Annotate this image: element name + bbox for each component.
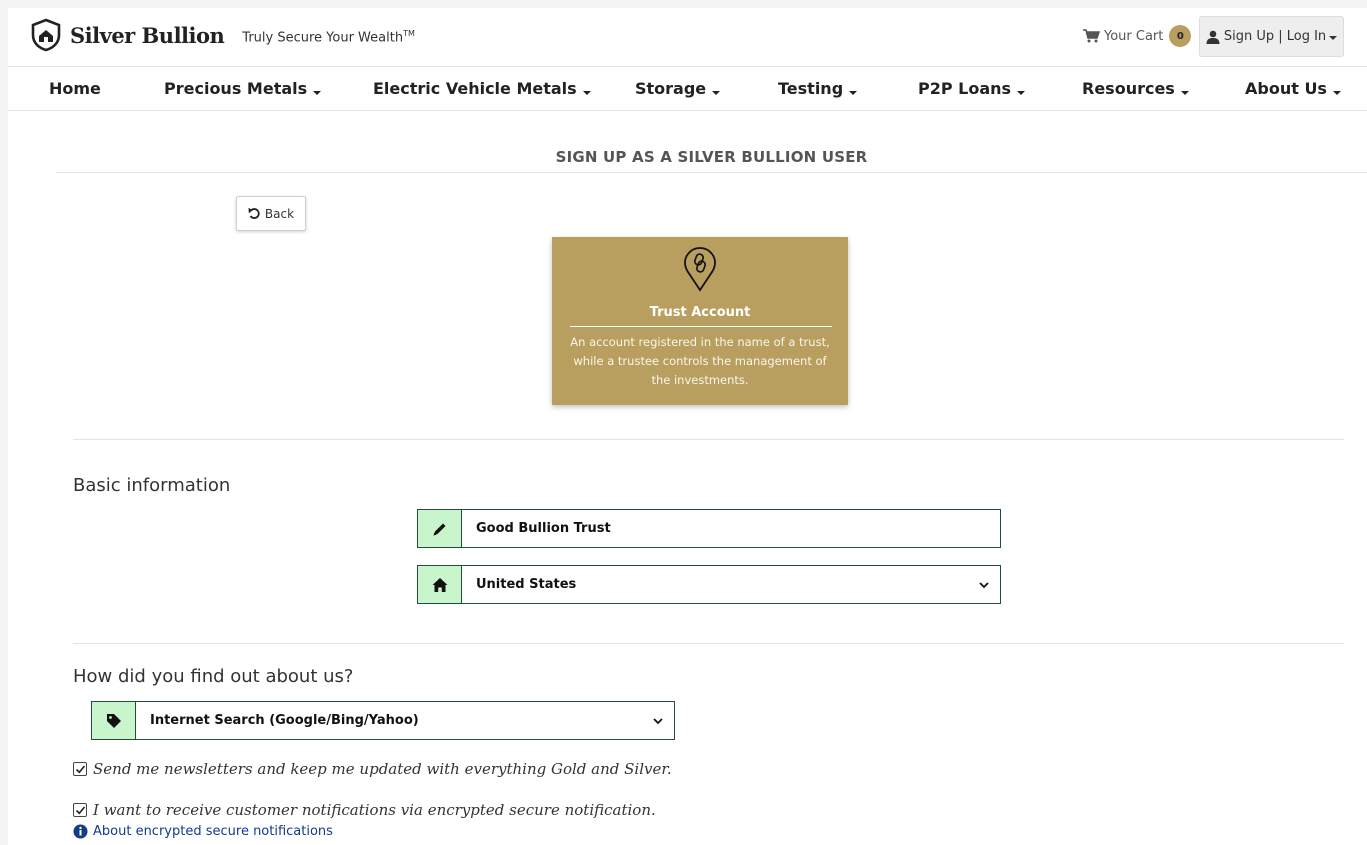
nav-item-storage[interactable]: Storage bbox=[635, 79, 721, 98]
trust-name-field[interactable]: Good Bullion Trust bbox=[417, 509, 1001, 548]
caret-down-icon bbox=[849, 91, 858, 95]
nav-label: Storage bbox=[635, 79, 707, 98]
tagline-mark: TM bbox=[403, 28, 415, 38]
divider bbox=[56, 172, 1367, 173]
chevron-down-icon bbox=[979, 581, 989, 588]
brand-name: Silver Bullion bbox=[70, 22, 225, 48]
shield-home-logo-icon bbox=[30, 18, 62, 52]
account-type-description: An account registered in the name of a t… bbox=[570, 335, 830, 387]
nav-label: Resources bbox=[1082, 79, 1175, 98]
logo[interactable]: Silver Bullion Truly Secure Your WealthT… bbox=[30, 18, 415, 52]
info-circle-icon bbox=[73, 824, 88, 839]
divider bbox=[73, 439, 1344, 440]
basic-info-heading: Basic information bbox=[73, 475, 231, 496]
cart-icon bbox=[1083, 29, 1100, 43]
caret-down-icon bbox=[1017, 91, 1026, 95]
nav-label: Precious Metals bbox=[164, 79, 308, 98]
nav-item-precious-metals[interactable]: Precious Metals bbox=[164, 79, 322, 98]
nav-item-about-us[interactable]: About Us bbox=[1245, 79, 1341, 98]
nav-label: Home bbox=[49, 79, 101, 98]
country-select-value[interactable]: United States bbox=[462, 566, 1000, 603]
sign-up-login-button[interactable]: Sign Up | Log In bbox=[1199, 16, 1344, 57]
account-type-title: Trust Account bbox=[649, 305, 751, 320]
tagline: Truly Secure Your WealthTM bbox=[242, 29, 415, 45]
tagline-text: Truly Secure Your Wealth bbox=[242, 30, 404, 46]
country-value: United States bbox=[476, 577, 577, 592]
cart-count-badge: 0 bbox=[1169, 25, 1192, 47]
tag-icon bbox=[92, 702, 136, 739]
newsletter-option[interactable]: Send me newsletters and keep me updated … bbox=[73, 760, 672, 778]
secure-notifications-info-link[interactable]: About encrypted secure notifications bbox=[73, 824, 333, 839]
account-label: Sign Up | Log In bbox=[1223, 29, 1327, 44]
nav-item-home[interactable]: Home bbox=[49, 79, 101, 98]
country-select[interactable]: United States bbox=[417, 565, 1001, 604]
caret-down-icon bbox=[1180, 91, 1189, 95]
nav-item-resources[interactable]: Resources bbox=[1082, 79, 1189, 98]
caret-down-icon bbox=[313, 91, 322, 95]
info-link-label: About encrypted secure notifications bbox=[93, 824, 333, 839]
newsletter-label: Send me newsletters and keep me updated … bbox=[93, 760, 672, 778]
notifications-checkbox[interactable] bbox=[73, 803, 87, 817]
pencil-icon bbox=[418, 510, 462, 547]
trust-name-input[interactable]: Good Bullion Trust bbox=[462, 510, 1000, 547]
nav-label: About Us bbox=[1245, 79, 1327, 98]
page: Silver Bullion Truly Secure Your WealthT… bbox=[8, 8, 1367, 845]
trust-name-value: Good Bullion Trust bbox=[476, 521, 611, 536]
nav-item-p2p-loans[interactable]: P2P Loans bbox=[918, 79, 1026, 98]
referral-heading: How did you find out about us? bbox=[73, 666, 354, 687]
user-icon bbox=[1206, 30, 1220, 44]
nav-item-testing[interactable]: Testing bbox=[778, 79, 858, 98]
newsletter-checkbox[interactable] bbox=[73, 762, 87, 776]
card-divider bbox=[570, 326, 832, 327]
notifications-option[interactable]: I want to receive customer notifications… bbox=[73, 801, 656, 819]
referral-select[interactable]: Internet Search (Google/Bing/Yahoo) bbox=[91, 701, 675, 740]
checkmark-icon bbox=[75, 805, 85, 814]
nav-label: P2P Loans bbox=[918, 79, 1012, 98]
chevron-down-icon bbox=[653, 717, 663, 724]
trust-account-card[interactable]: Trust Account An account registered in t… bbox=[552, 237, 848, 405]
caret-down-icon bbox=[1329, 35, 1338, 40]
nav-label: Electric Vehicle Metals bbox=[373, 79, 577, 98]
caret-down-icon bbox=[1332, 91, 1341, 95]
nav-item-electric-vehicle-metals[interactable]: Electric Vehicle Metals bbox=[373, 79, 591, 98]
home-icon bbox=[418, 566, 462, 603]
back-label: Back bbox=[264, 206, 295, 221]
caret-down-icon bbox=[712, 91, 721, 95]
checkmark-icon bbox=[75, 764, 85, 773]
top-bar: Silver Bullion Truly Secure Your WealthT… bbox=[8, 8, 1367, 66]
page-title: SIGN UP AS A SILVER BULLION USER bbox=[555, 148, 868, 166]
notifications-label: I want to receive customer notifications… bbox=[93, 801, 656, 819]
referral-value: Internet Search (Google/Bing/Yahoo) bbox=[150, 713, 419, 728]
chain-link-pin-icon bbox=[684, 247, 716, 292]
referral-select-value[interactable]: Internet Search (Google/Bing/Yahoo) bbox=[136, 702, 674, 739]
cart-label: Your Cart bbox=[1104, 28, 1164, 44]
caret-down-icon bbox=[582, 91, 591, 95]
cart-link[interactable]: Your Cart 0 bbox=[1083, 25, 1192, 47]
back-button[interactable]: Back bbox=[236, 196, 306, 231]
nav-label: Testing bbox=[778, 79, 844, 98]
undo-icon bbox=[248, 207, 260, 219]
main-nav: Home Precious Metals Electric Vehicle Me… bbox=[8, 66, 1367, 111]
divider bbox=[73, 643, 1344, 644]
